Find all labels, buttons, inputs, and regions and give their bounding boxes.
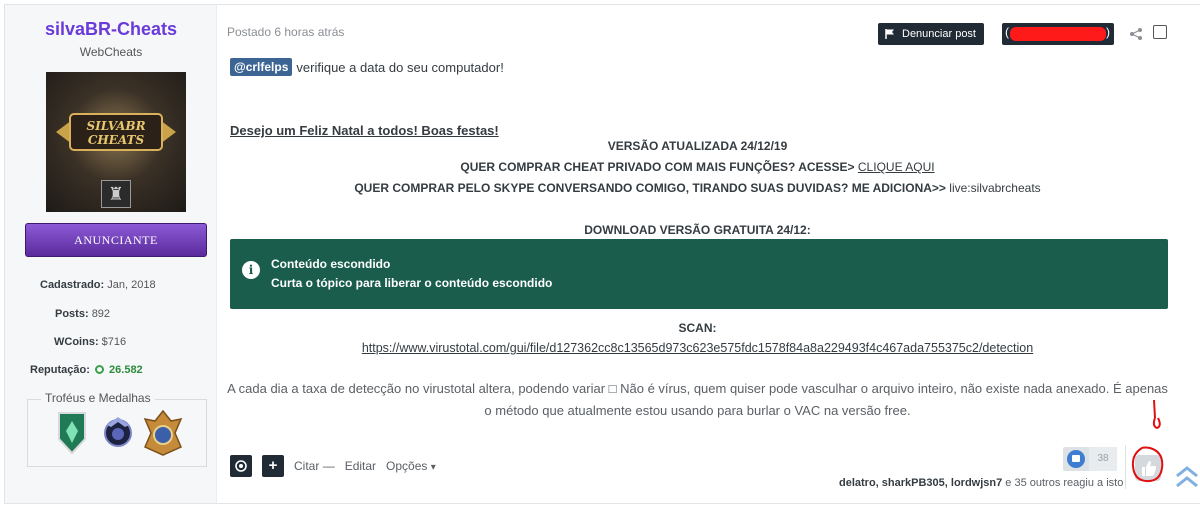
version-line: VERSÃO ATUALIZADA 24/12/19 — [227, 139, 1168, 153]
report-post-label: Denunciar post — [902, 28, 976, 40]
options-label: Opções — [386, 459, 428, 473]
download-text: DOWNLOAD VERSÃO GRATUITA 24/12: — [584, 223, 811, 237]
author-avatar[interactable]: SILVABR CHEATS ♜ — [46, 72, 186, 212]
reaction-summary[interactable]: 38 — [1063, 447, 1117, 471]
forum-post: silvaBR-Cheats WebCheats SILVABR CHEATS … — [4, 4, 1200, 504]
download-line: DOWNLOAD VERSÃO GRATUITA 24/12: — [227, 223, 1168, 237]
reactors-names[interactable]: delatro, sharkPB305, lordwjsn7 — [839, 477, 1002, 489]
quote-button[interactable]: Citar — — [294, 459, 335, 473]
scan-label-line: SCAN: — [227, 321, 1168, 335]
stat-label: Cadastrado: — [40, 279, 105, 291]
stat-posts: Posts: 892 — [55, 308, 110, 320]
info-icon: i — [242, 261, 260, 279]
rank-badge: ANUNCIANTE — [25, 223, 207, 257]
emerald-shield-medal-icon[interactable] — [55, 409, 89, 457]
stat-value: $716 — [101, 336, 127, 348]
buy-link[interactable]: CLIQUE AQUI — [858, 160, 935, 174]
scroll-to-top-icon[interactable] — [1174, 462, 1200, 496]
mention-button[interactable] — [230, 455, 252, 477]
stat-value: 26.582 — [109, 364, 143, 376]
paragraph-line-1: A cada dia a taxa de detecção no virusto… — [227, 381, 1168, 396]
buy-text: QUER COMPRAR CHEAT PRIVADO COM MAIS FUNÇ… — [460, 160, 855, 174]
mention-line: @crlfelps verifique a data do seu comput… — [230, 58, 504, 76]
stat-label: Posts: — [55, 308, 89, 320]
quote-suffix: — — [322, 459, 335, 473]
paren-left: ( — [1005, 25, 1009, 39]
share-icon[interactable] — [1129, 27, 1143, 41]
scan-label: SCAN: — [678, 321, 717, 335]
redacted-button[interactable]: ( ) — [1002, 23, 1114, 45]
reaction-count: 38 — [1089, 447, 1117, 471]
divider — [1125, 445, 1126, 489]
author-name[interactable]: silvaBR-Cheats — [5, 19, 217, 40]
author-sidebar: silvaBR-Cheats WebCheats SILVABR CHEATS … — [5, 5, 217, 503]
options-menu[interactable]: Opções ▾ — [386, 459, 436, 473]
paragraph-line-2: o método que atualmente estou usando par… — [484, 403, 911, 418]
svg-text:SILVABR: SILVABR — [86, 119, 145, 133]
post-actions: + Citar — Editar Opções ▾ — [230, 455, 436, 477]
reactors-rest[interactable]: e 35 outros reagiu a isto — [1005, 477, 1123, 489]
user-mention[interactable]: @crlfelps — [230, 58, 293, 76]
scan-url-line: https://www.virustotal.com/gui/file/d127… — [227, 341, 1168, 355]
stat-reputation: Reputação: 26.582 — [30, 364, 143, 376]
paren-right: ) — [1106, 25, 1110, 39]
soldier-icon: ♜ — [101, 180, 131, 208]
challenger-medal-icon[interactable] — [143, 409, 183, 457]
stat-value: Jan, 2018 — [107, 279, 156, 291]
mention-text: verifique a data do seu computador! — [296, 59, 504, 75]
stat-wcoins: WCoins: $716 — [54, 336, 126, 348]
christmas-message: Desejo um Feliz Natal a todos! Boas fest… — [230, 123, 499, 138]
post-date[interactable]: Postado 6 horas atrás — [227, 25, 344, 39]
select-post-checkbox[interactable] — [1153, 25, 1167, 39]
flag-icon — [885, 29, 894, 39]
crest-medal-icon[interactable] — [101, 409, 135, 457]
stat-joined: Cadastrado: Jan, 2018 — [40, 279, 156, 291]
hidden-content-box: i Conteúdo escondido Curta o tópico para… — [230, 239, 1168, 309]
page: silvaBR-Cheats WebCheats SILVABR CHEATS … — [0, 0, 1200, 506]
redaction-mark — [1010, 27, 1106, 41]
at-icon — [235, 460, 247, 472]
stat-label: WCoins: — [54, 336, 99, 348]
caret-down-icon: ▾ — [430, 462, 436, 473]
skype-id: live:silvabrcheats — [949, 181, 1041, 195]
hidden-content-subtitle: Curta o tópico para liberar o conteúdo e… — [271, 276, 553, 290]
like-icon — [1067, 450, 1085, 468]
hidden-content-title: Conteúdo escondido — [271, 257, 391, 271]
stat-label: Reputação: — [30, 364, 90, 376]
like-button-thumb-icon[interactable] — [1133, 453, 1163, 483]
reputation-icon — [94, 365, 104, 374]
skype-line: QUER COMPRAR PELO SKYPE CONVERSANDO COMI… — [227, 181, 1168, 195]
multiquote-button[interactable]: + — [262, 455, 284, 477]
edit-button[interactable]: Editar — [345, 459, 376, 473]
version-text: VERSÃO ATUALIZADA 24/12/19 — [607, 139, 788, 153]
trophies-title: Troféus e Medalhas — [41, 391, 155, 405]
reactors-line: delatro, sharkPB305, lordwjsn7 e 35 outr… — [839, 477, 1123, 489]
buy-line: QUER COMPRAR CHEAT PRIVADO COM MAIS FUNÇ… — [227, 160, 1168, 174]
scan-url-link[interactable]: https://www.virustotal.com/gui/file/d127… — [362, 341, 1033, 355]
report-post-button[interactable]: Denunciar post — [878, 23, 984, 45]
skype-text: QUER COMPRAR PELO SKYPE CONVERSANDO COMI… — [354, 181, 946, 195]
stat-value: 892 — [91, 308, 111, 320]
author-group: WebCheats — [79, 45, 143, 59]
post-content: Postado 6 horas atrás Denunciar post ( )… — [227, 5, 1200, 503]
avatar-logo: SILVABR CHEATS — [56, 113, 176, 151]
svg-text:CHEATS: CHEATS — [88, 133, 145, 147]
quote-label: Citar — [294, 459, 320, 473]
